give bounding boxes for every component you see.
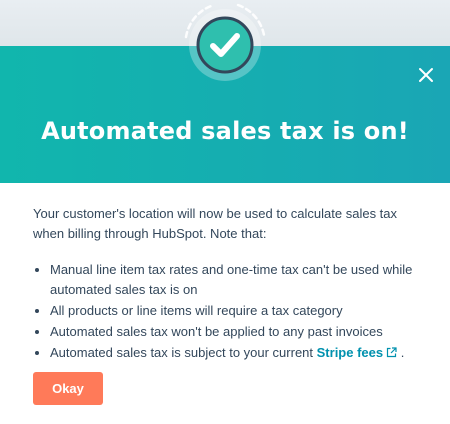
list-item: Automated sales tax is subject to your c… [50, 343, 423, 363]
stripe-fees-link[interactable]: Stripe fees [317, 345, 397, 360]
dialog-title: Automated sales tax is on! [41, 117, 409, 145]
notes-list: Manual line item tax rates and one-time … [33, 260, 423, 363]
close-icon [419, 68, 433, 82]
dialog-intro: Your customer's location will now be use… [33, 206, 398, 241]
stripe-fees-link-label: Stripe fees [316, 345, 384, 360]
dialog-body: Your customer's location will now be use… [33, 204, 423, 364]
list-item: Manual line item tax rates and one-time … [50, 260, 423, 300]
external-link-icon [387, 347, 397, 358]
list-item: Automated sales tax won't be applied to … [50, 322, 423, 342]
success-badge [178, 0, 272, 90]
stripe-fees-suffix: . [397, 345, 405, 360]
checkmark-icon [184, 3, 266, 81]
okay-button[interactable]: Okay [33, 372, 103, 405]
close-button[interactable] [412, 61, 440, 89]
list-item: All products or line items will require … [50, 301, 423, 321]
sales-tax-dialog: Automated sales tax is on! Your customer… [0, 46, 450, 424]
page: Automated sales tax is on! Your customer… [0, 0, 450, 424]
stripe-fees-prefix: Automated sales tax is subject to your c… [50, 345, 317, 360]
